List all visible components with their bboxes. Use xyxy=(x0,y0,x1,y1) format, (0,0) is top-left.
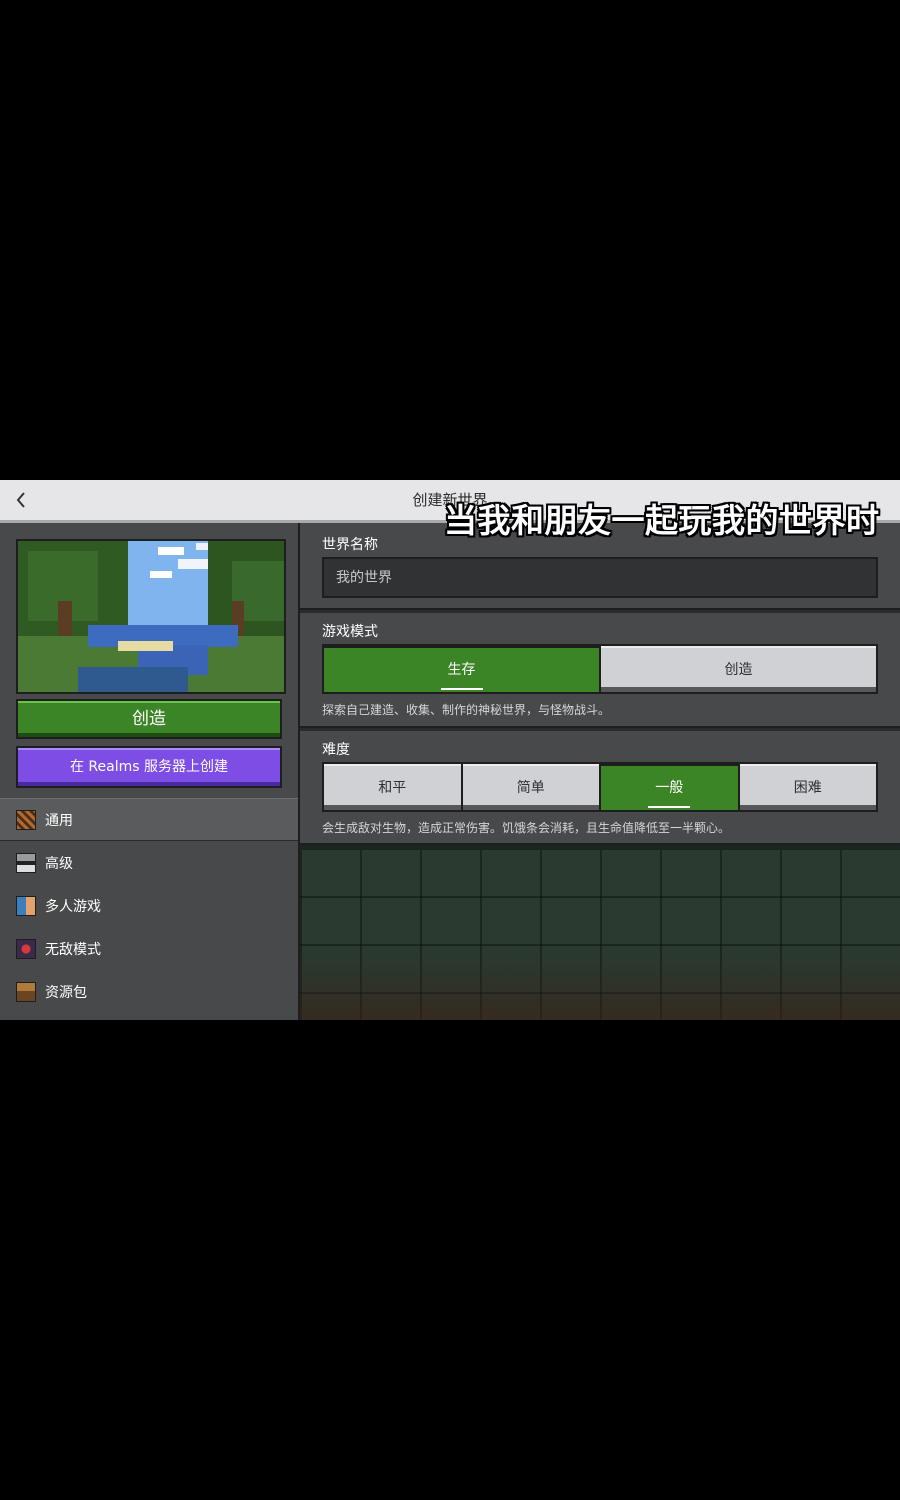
create-button[interactable]: 创造 xyxy=(16,699,282,739)
world-name-label: 世界名称 xyxy=(322,537,378,553)
nav-item-resource-packs[interactable]: 资源包 xyxy=(0,970,298,1013)
difficulty-section: 难度 和平 简单 一般 困难 会生成敌对生物，造成正常伤害。饥饿条会消耗，且生命… xyxy=(300,728,900,845)
world-preview-image xyxy=(16,539,286,694)
nav-item-label: 资源包 xyxy=(45,984,87,1001)
nav-item-multiplayer[interactable]: 多人游戏 xyxy=(0,884,298,927)
nav-item-general[interactable]: 通用 xyxy=(0,798,298,841)
settings-nav: 通用 高级 多人游戏 无敌模式 资源包 xyxy=(0,798,298,1013)
nav-item-label: 通用 xyxy=(45,812,73,829)
option-label: 简单 xyxy=(516,780,545,796)
difficulty-label: 难度 xyxy=(322,742,350,758)
game-mode-section: 游戏模式 生存 创造 探索自己建造、收集、制作的神秘世界，与怪物战斗。 xyxy=(300,610,900,728)
difficulty-selector: 和平 简单 一般 困难 xyxy=(322,762,878,812)
world-name-input[interactable]: 我的世界 xyxy=(322,557,878,598)
nav-item-label: 多人游戏 xyxy=(45,898,101,915)
selected-indicator xyxy=(440,688,483,690)
cheats-icon xyxy=(16,938,36,959)
advanced-icon xyxy=(16,852,36,873)
game-mode-survival-button[interactable]: 生存 xyxy=(324,646,601,692)
nav-item-advanced[interactable]: 高级 xyxy=(0,841,298,884)
difficulty-peaceful-button[interactable]: 和平 xyxy=(324,764,463,810)
option-label: 生存 xyxy=(447,662,476,678)
create-on-realms-button[interactable]: 在 Realms 服务器上创建 xyxy=(16,746,282,788)
background-scene xyxy=(300,850,900,1020)
resource-pack-icon xyxy=(16,981,36,1002)
game-mode-creative-button[interactable]: 创造 xyxy=(601,646,876,692)
game-mode-description: 探索自己建造、收集、制作的神秘世界，与怪物战斗。 xyxy=(322,703,611,717)
nav-item-label: 无敌模式 xyxy=(45,941,101,958)
difficulty-hard-button[interactable]: 困难 xyxy=(739,764,876,810)
option-label: 创造 xyxy=(724,662,753,678)
multiplayer-icon xyxy=(16,895,36,916)
nav-item-cheats[interactable]: 无敌模式 xyxy=(0,927,298,970)
create-world-screen: 创建新世界 创造 在 Realms 服务器上创建 通用 高级 多人游戏 无敌模式… xyxy=(0,480,900,1020)
difficulty-description: 会生成敌对生物，造成正常伤害。饥饿条会消耗，且生命值降低至一半颗心。 xyxy=(322,821,731,835)
settings-panel: 世界名称 我的世界 游戏模式 生存 创造 探索自己建造、收集、制作的神秘世界，与… xyxy=(300,523,900,1020)
video-caption: 当我和朋友一起玩我的世界时 xyxy=(444,501,880,540)
game-mode-label: 游戏模式 xyxy=(322,624,378,640)
selected-indicator xyxy=(648,806,691,808)
game-mode-selector: 生存 创造 xyxy=(322,644,878,694)
difficulty-easy-button[interactable]: 简单 xyxy=(462,764,601,810)
left-panel: 创造 在 Realms 服务器上创建 通用 高级 多人游戏 无敌模式 资源包 xyxy=(0,523,300,1020)
nav-item-label: 高级 xyxy=(45,855,73,872)
general-icon xyxy=(16,809,36,830)
option-label: 和平 xyxy=(378,780,407,796)
difficulty-normal-button[interactable]: 一般 xyxy=(601,764,740,810)
option-label: 困难 xyxy=(793,780,822,796)
option-label: 一般 xyxy=(655,780,684,796)
